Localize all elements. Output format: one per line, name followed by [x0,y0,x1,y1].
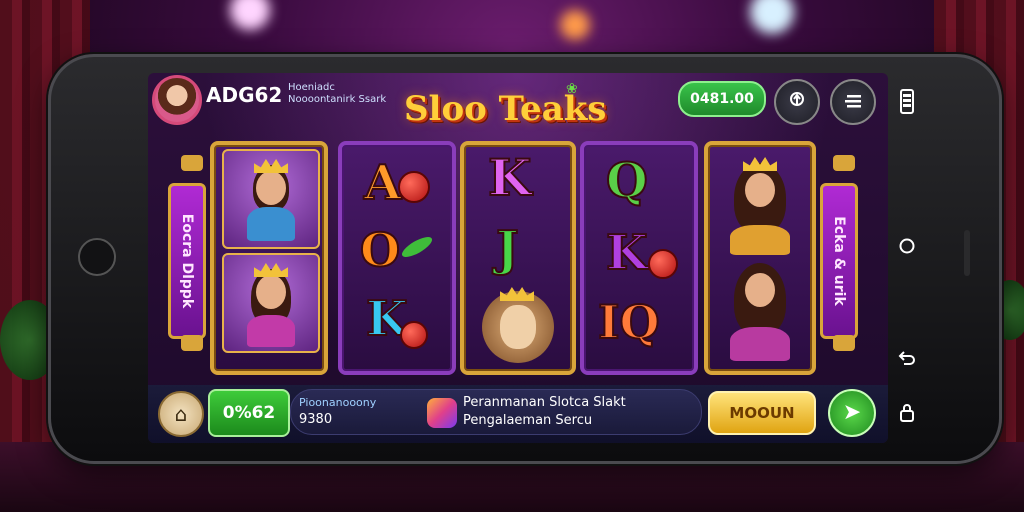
berry-icon [400,321,428,349]
phone-side-slot [964,230,970,276]
reel-symbol: A [363,155,402,211]
reel-3: K J [460,141,576,375]
lock-icon[interactable] [896,404,918,428]
reel-symbol: O [359,223,401,277]
back-icon[interactable] [896,350,918,372]
reel-2: A O K [338,141,456,375]
action-button[interactable]: MOOUN [708,391,816,435]
reel-symbol: Q [605,153,649,209]
reel-5 [704,141,816,375]
banner-cap [833,155,855,171]
phone-nav-bar [896,80,918,430]
leaf-icon: ❀ [566,81,578,97]
warrior-woman-icon [241,159,301,241]
lion-icon [478,281,558,365]
stage-light [750,0,794,34]
lock-icon[interactable] [774,79,820,125]
side-banner-right-text: Ecka & urik [831,216,847,306]
player-avatar[interactable] [152,75,202,125]
bottom-bar: ⌂ 0%62 Pioonanooony 9380 Peranmanan Slot… [148,385,888,443]
balance-display[interactable]: 0481.00 [678,81,766,117]
promo-icon[interactable] [427,398,457,428]
battery-icon [896,88,918,120]
reel-symbol: K [605,225,649,281]
side-banner-left: Eocra Dlppk [168,183,206,339]
stage-light [230,0,270,30]
banner-cap [181,335,203,351]
player-subtitle-line1: Hoeniadc [288,82,335,93]
reel-1 [210,141,328,375]
player-subtitle: Hoeniadc Noooontanirk Ssark [288,82,386,106]
banner-cap [181,155,203,171]
side-banner-right: Ecka & urik [820,183,858,339]
queen-icon [720,155,800,255]
side-banner-left-text: Eocra Dlppk [179,213,195,309]
info-value: 9380 [299,412,333,427]
princess-icon [720,257,800,361]
home-button[interactable]: ⌂ [158,391,204,437]
menu-icon[interactable] [830,79,876,125]
character-tile [222,253,320,353]
spin-button[interactable]: ➤ [828,389,876,437]
reel-symbol: K [487,148,532,207]
info-panel: Pioonanooony 9380 Peranmanan Slotca Slak… [290,389,702,435]
character-tile [222,149,320,249]
berry-icon [398,171,430,203]
reel-symbol: IQ [597,295,661,349]
player-name: ADG62 [206,83,283,107]
stage-light [560,10,590,40]
promo-text-line2: Pengalaeman Sercu [463,413,593,428]
phone-home-button[interactable] [78,238,116,276]
princess-icon [241,263,301,347]
leaf-icon [399,233,435,261]
reel-symbol: J [495,221,520,277]
circle-icon[interactable] [896,238,918,260]
reel-4: Q K IQ [580,141,698,375]
player-subtitle-line2: Noooontanirk Ssark [288,94,387,105]
home-icon: ⌂ [174,402,188,426]
bet-amount-button[interactable]: 0%62 [208,389,290,437]
game-screen: ADG62 Hoeniadc Noooontanirk Ssark Sloo T… [148,73,888,443]
arrow-icon: ➤ [842,400,862,425]
info-label: Pioonanooony [299,396,377,409]
promo-text-line1: Peranmanan Slotca Slakt [463,395,626,410]
berry-icon [648,249,678,279]
banner-cap [833,335,855,351]
